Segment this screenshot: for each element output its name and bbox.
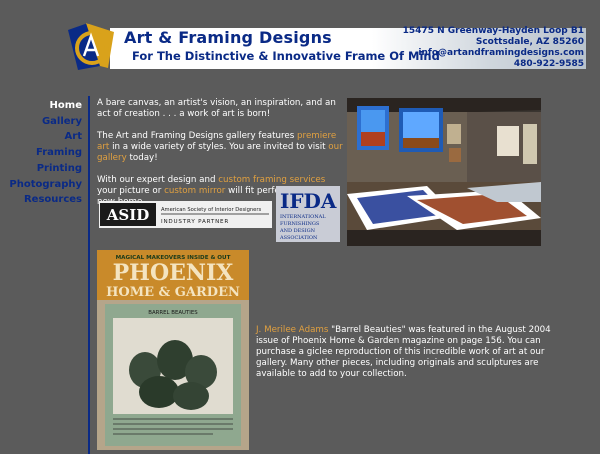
ifda-line: FURNISHINGS	[280, 221, 320, 227]
address-line: 15475 N Greenway-Hayden Loop B1	[402, 26, 584, 36]
custom-mirror-link[interactable]: custom mirror	[164, 186, 225, 196]
artist-link[interactable]: J. Merilee Adams	[256, 325, 328, 335]
ifda-abbr: IFDA	[280, 189, 337, 213]
intro-text-span: your picture or	[97, 186, 165, 196]
magazine-subtitle: HOME & GARDEN	[106, 285, 240, 300]
nav-home[interactable]: Home	[0, 98, 82, 114]
email-link[interactable]: info@artandframingdesigns.com	[403, 48, 584, 59]
asid-badge[interactable]: ASID American Society of Interior Design…	[99, 201, 272, 228]
feature-text: J. Merilee Adams "Barrel Beauties" was f…	[256, 325, 552, 380]
gallery-interior-photo	[347, 98, 541, 246]
asid-name: American Society of Interior Designers	[161, 207, 261, 213]
magazine-cover[interactable]: MAGICAL MAKEOVERS INSIDE & OUT PHOENIX H…	[97, 250, 249, 450]
asid-abbr: ASID	[106, 206, 150, 224]
nav-photography[interactable]: Photography	[0, 177, 82, 193]
nav-printing[interactable]: Printing	[0, 161, 82, 177]
ifda-badge[interactable]: IFDA INTERNATIONAL FURNISHINGS AND DESIG…	[276, 186, 340, 242]
nav-resources[interactable]: Resources	[0, 192, 82, 208]
city-line: Scottsdale, AZ 85260	[475, 37, 584, 47]
ifda-line: AND DESIGN	[279, 228, 316, 234]
custom-framing-link[interactable]: custom framing services	[218, 175, 325, 185]
asid-partner: INDUSTRY PARTNER	[161, 219, 229, 225]
intro-paragraph-1: A bare canvas, an artist's vision, an in…	[97, 98, 336, 119]
nav-gallery[interactable]: Gallery	[0, 114, 82, 130]
intro-text-span: With our expert design and	[97, 175, 219, 185]
contact-info: 15475 N Greenway-Hayden Loop B1 Scottsda…	[403, 26, 584, 70]
nav-art[interactable]: Art	[0, 129, 82, 145]
ifda-line: ASSOCIATION	[279, 235, 318, 241]
nav-divider	[88, 96, 90, 454]
magazine-article-title: BARREL BEAUTIES	[148, 310, 198, 316]
brand-name: Art & Framing Designs	[124, 28, 332, 47]
phone-number: 480-922-9585	[513, 59, 584, 69]
intro-text-span: in a wide variety of styles. You are inv…	[109, 142, 329, 152]
brand-tagline: For The Distinctive & Innovative Frame O…	[132, 49, 440, 63]
site-header: Art & Framing Designs For The Distinctiv…	[64, 22, 586, 70]
ifda-line: INTERNATIONAL	[280, 214, 326, 220]
magazine-title: PHOENIX	[113, 260, 235, 286]
nav-framing[interactable]: Framing	[0, 145, 82, 161]
main-nav: Home Gallery Art Framing Printing Photog…	[0, 98, 82, 208]
intro-paragraph-2: The Art and Framing Designs gallery feat…	[97, 131, 347, 164]
brand-logo[interactable]	[64, 22, 124, 72]
intro-text-span: The Art and Framing Designs gallery feat…	[97, 131, 298, 141]
intro-text-span: today!	[126, 153, 158, 163]
